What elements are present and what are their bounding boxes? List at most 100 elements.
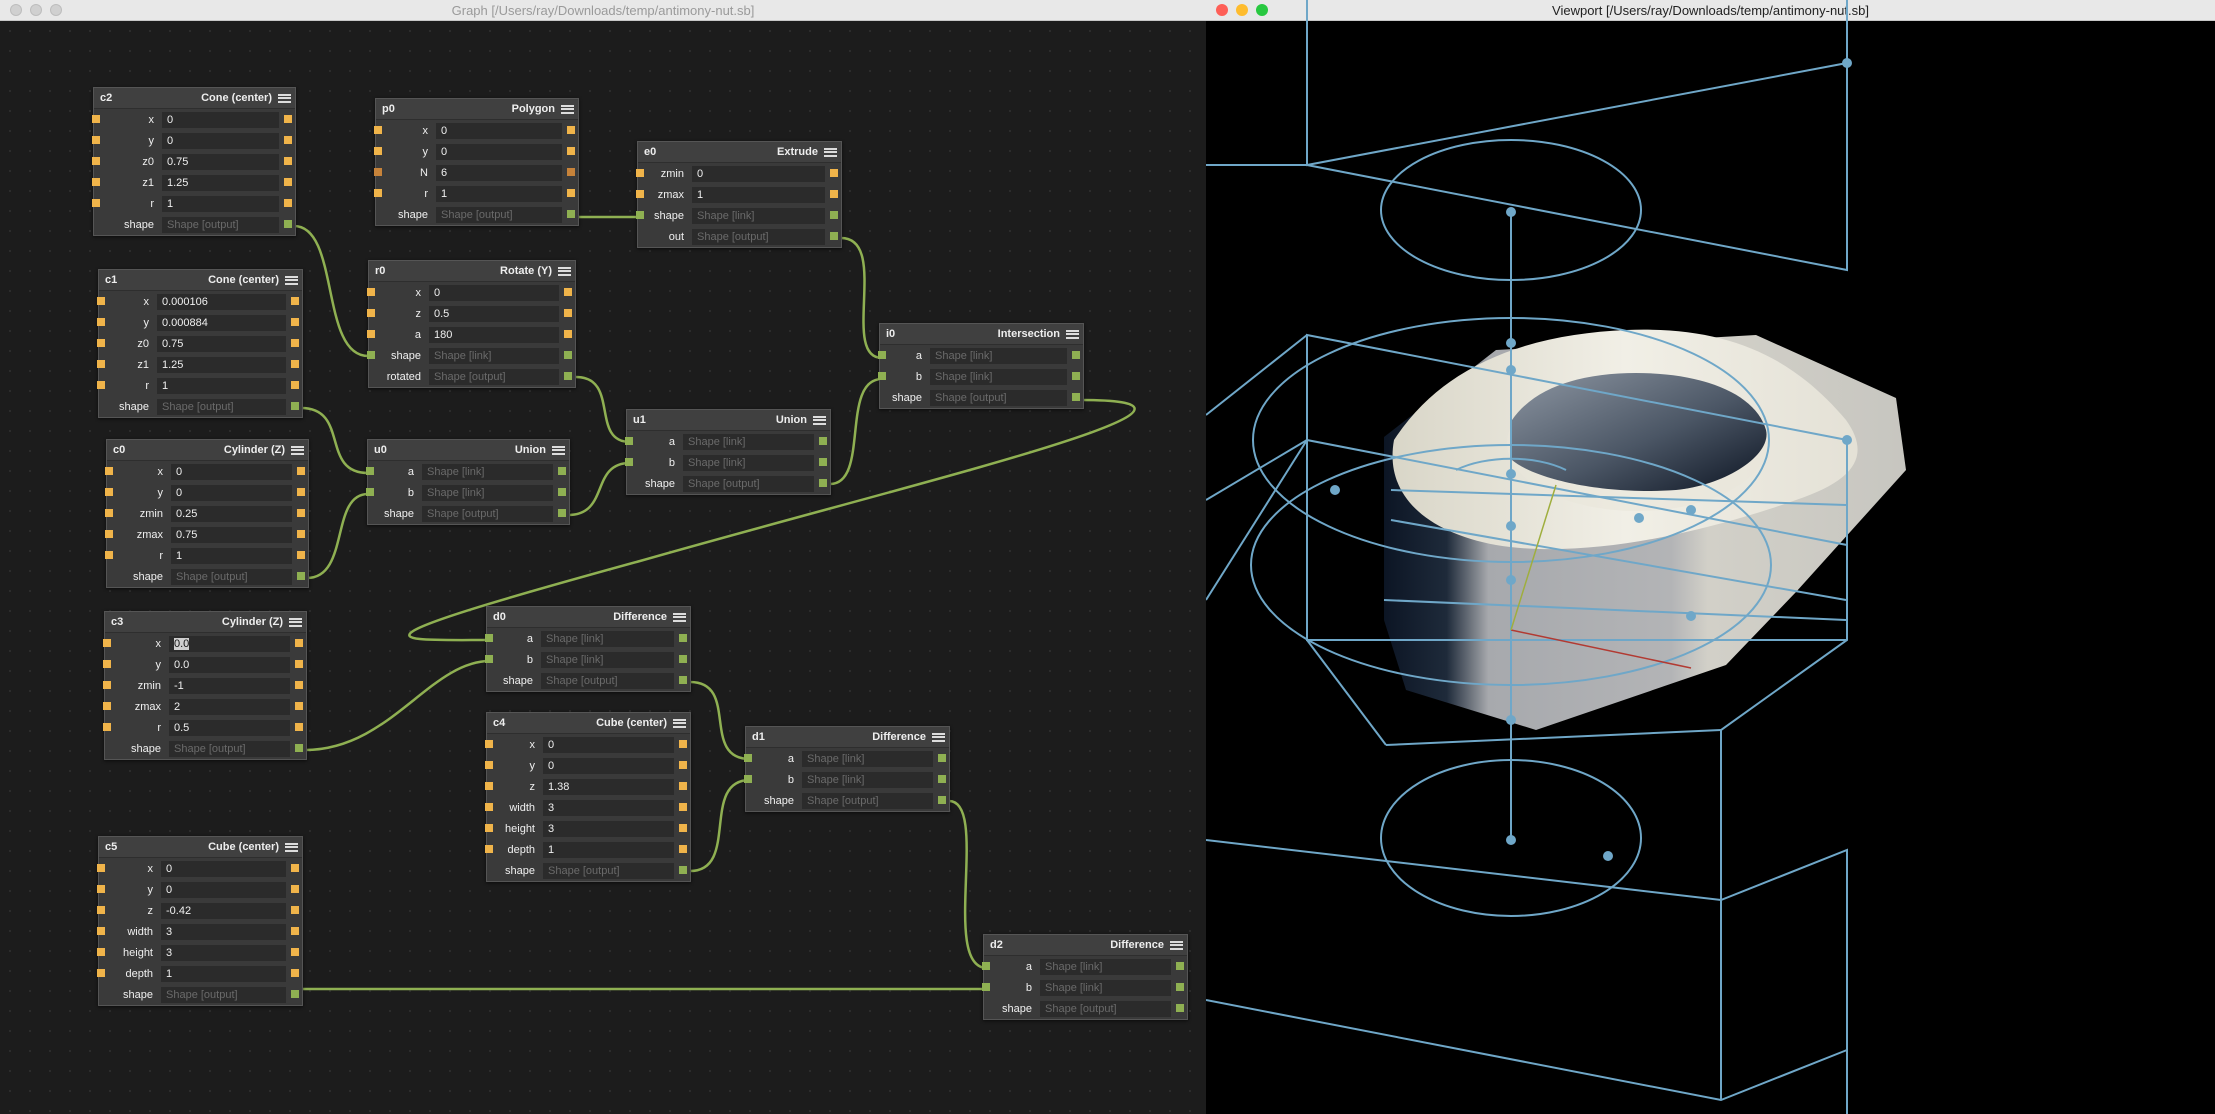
output-port[interactable] <box>1072 351 1080 359</box>
node-menu-icon[interactable] <box>813 415 826 426</box>
output-port[interactable] <box>284 115 292 123</box>
output-port[interactable] <box>1176 1004 1184 1012</box>
node-header[interactable]: c4 Cube (center) <box>487 713 690 734</box>
node-header[interactable]: u1 Union <box>627 410 830 431</box>
input-port[interactable] <box>105 551 113 559</box>
output-port[interactable] <box>1176 962 1184 970</box>
node-menu-icon[interactable] <box>291 445 304 456</box>
field-input[interactable]: Shape [link] <box>683 454 814 471</box>
viewport-canvas[interactable] <box>1206 0 2215 1114</box>
output-port[interactable] <box>297 551 305 559</box>
field-input[interactable]: 180 <box>429 326 559 343</box>
input-port[interactable] <box>485 803 493 811</box>
output-port[interactable] <box>295 744 303 752</box>
output-port[interactable] <box>291 906 299 914</box>
input-port[interactable] <box>374 168 382 176</box>
field-input[interactable]: Shape [link] <box>422 463 553 480</box>
output-port[interactable] <box>938 754 946 762</box>
node-e0[interactable]: e0 Extrude zmin 0 zmax 1 shape Shape [link] out S… <box>636 141 842 248</box>
output-port[interactable] <box>297 572 305 580</box>
node-menu-icon[interactable] <box>278 93 291 104</box>
input-port[interactable] <box>485 761 493 769</box>
node-header[interactable]: i0 Intersection <box>880 324 1083 345</box>
field-input[interactable]: Shape [link] <box>541 651 674 668</box>
output-port[interactable] <box>284 199 292 207</box>
output-port[interactable] <box>564 309 572 317</box>
input-port[interactable] <box>485 845 493 853</box>
field-input[interactable]: 1.25 <box>157 356 286 373</box>
graph-window[interactable]: Graph [/Users/ray/Downloads/temp/antimon… <box>0 0 1206 1114</box>
output-port[interactable] <box>830 232 838 240</box>
field-input[interactable]: 0 <box>436 143 562 160</box>
output-port[interactable] <box>679 761 687 769</box>
output-port[interactable] <box>819 437 827 445</box>
output-port[interactable] <box>297 509 305 517</box>
zoom-button[interactable] <box>50 4 62 16</box>
node-u1[interactable]: u1 Union a Shape [link] b Shape [link] shape Sh… <box>625 409 831 495</box>
input-port[interactable] <box>367 309 375 317</box>
node-d1[interactable]: d1 Difference a Shape [link] b Shape [link] sh… <box>744 726 950 812</box>
input-port[interactable] <box>367 330 375 338</box>
output-port[interactable] <box>295 681 303 689</box>
input-port[interactable] <box>92 157 100 165</box>
field-input[interactable]: Shape [link] <box>1040 958 1171 975</box>
output-port[interactable] <box>567 189 575 197</box>
output-port[interactable] <box>291 381 299 389</box>
input-port[interactable] <box>103 723 111 731</box>
output-port[interactable] <box>819 458 827 466</box>
output-port[interactable] <box>295 723 303 731</box>
output-port[interactable] <box>679 740 687 748</box>
output-port[interactable] <box>558 488 566 496</box>
input-port[interactable] <box>367 351 375 359</box>
field-input[interactable]: 1 <box>162 195 279 212</box>
input-port[interactable] <box>744 754 752 762</box>
node-header[interactable]: c1 Cone (center) <box>99 270 302 291</box>
field-input[interactable]: Shape [output] <box>930 389 1067 406</box>
output-port[interactable] <box>819 479 827 487</box>
input-port[interactable] <box>105 530 113 538</box>
output-port[interactable] <box>830 169 838 177</box>
output-port[interactable] <box>1176 983 1184 991</box>
node-menu-icon[interactable] <box>285 275 298 286</box>
node-r0[interactable]: r0 Rotate (Y) x 0 z 0.5 a 180 shape Shape [link] r… <box>367 260 576 388</box>
field-input[interactable]: 1 <box>171 547 292 564</box>
node-p0[interactable]: p0 Polygon x 0 y 0 N 6 r 1 shape Shape [output] <box>374 98 579 226</box>
field-input[interactable]: 0 <box>543 736 674 753</box>
node-menu-icon[interactable] <box>289 617 302 628</box>
output-port[interactable] <box>291 969 299 977</box>
field-input[interactable]: 6 <box>436 164 562 181</box>
field-input[interactable]: 1 <box>161 965 286 982</box>
node-header[interactable]: p0 Polygon <box>376 99 578 120</box>
input-port[interactable] <box>982 962 990 970</box>
node-c0[interactable]: c0 Cylinder (Z) x 0 y 0 zmin 0.25 zmax 0.75 r 1 shap… <box>105 439 309 588</box>
field-input[interactable]: -1 <box>169 677 290 694</box>
node-header[interactable]: d1 Difference <box>746 727 949 748</box>
output-port[interactable] <box>291 927 299 935</box>
input-port[interactable] <box>366 467 374 475</box>
output-port[interactable] <box>679 634 687 642</box>
input-port[interactable] <box>485 634 493 642</box>
field-input[interactable]: 0.000106 <box>157 293 286 310</box>
output-port[interactable] <box>297 530 305 538</box>
output-port[interactable] <box>284 136 292 144</box>
input-port[interactable] <box>97 864 105 872</box>
input-port[interactable] <box>92 199 100 207</box>
node-c3[interactable]: c3 Cylinder (Z) x 0.0 y 0.0 zmin -1 zmax 2 r 0.5 sha… <box>103 611 307 760</box>
output-port[interactable] <box>938 796 946 804</box>
field-input[interactable]: 0.25 <box>171 505 292 522</box>
input-port[interactable] <box>485 655 493 663</box>
input-port[interactable] <box>97 339 105 347</box>
field-input[interactable]: Shape [link] <box>541 630 674 647</box>
node-header[interactable]: e0 Extrude <box>638 142 841 163</box>
output-port[interactable] <box>567 147 575 155</box>
output-port[interactable] <box>564 372 572 380</box>
output-port[interactable] <box>291 318 299 326</box>
input-port[interactable] <box>92 115 100 123</box>
output-port[interactable] <box>284 178 292 186</box>
input-port[interactable] <box>636 211 644 219</box>
input-port[interactable] <box>103 681 111 689</box>
node-header[interactable]: u0 Union <box>368 440 569 461</box>
field-input[interactable]: Shape [output] <box>541 672 674 689</box>
field-input[interactable]: Shape [output] <box>162 216 279 233</box>
field-input[interactable]: 0 <box>171 463 292 480</box>
